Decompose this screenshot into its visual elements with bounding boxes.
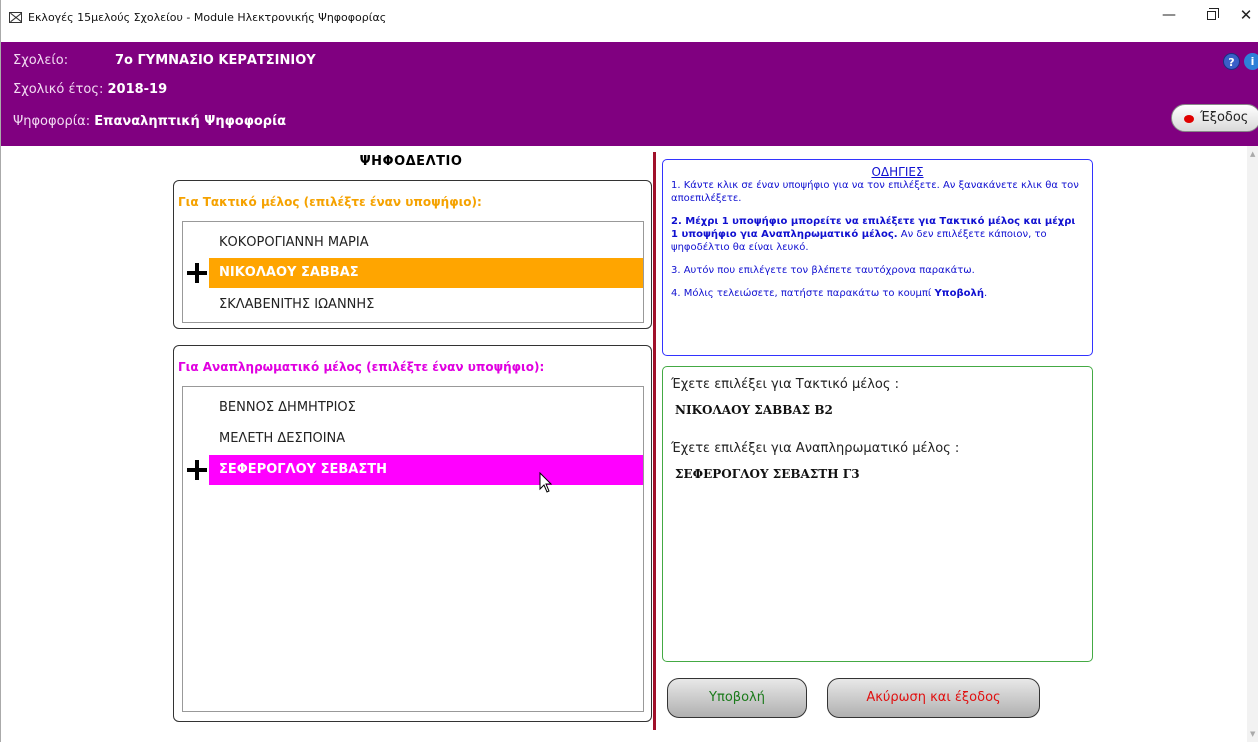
substitute-selection-label: Έχετε επιλέξει για Αναπληρωματικό μέλος … <box>671 441 960 456</box>
school-value: 7ο ΓΥΜΝΑΣΙΟ ΚΕΡΑΤΣΙΝΙΟΥ <box>115 53 316 68</box>
vertical-scrollbar[interactable]: ▲ ▼ <box>1247 146 1258 742</box>
school-header: Σχολείο: 7ο ΓΥΜΝΑΣΙΟ ΚΕΡΑΤΣΙΝΙΟΥ Σχολικό… <box>1 42 1258 146</box>
school-label: Σχολείο: <box>13 53 69 68</box>
regular-member-heading: Για Τακτικό μέλος (επιλέξτε έναν υποψήφι… <box>178 195 482 209</box>
restore-button[interactable] <box>1197 4 1225 28</box>
title-bar: Εκλογές 15μελούς Σχολείου - Module Ηλεκτ… <box>1 0 1258 42</box>
instructions-panel: ΟΔΗΓΙΕΣ 1. Κάντε κλικ σε έναν υποψήφιο γ… <box>662 159 1093 356</box>
regular-candidates-list: ΚΟΚΟΡΟΓΙΑΝΝΗ ΜΑΡΙΑ ΝΙΚΟΛΑΟΥ ΣΑΒΒΑΣ ΣΚΛΑΒ… <box>182 221 644 323</box>
instruction-4-post: . <box>983 288 988 299</box>
info-icon[interactable]: i <box>1244 53 1258 70</box>
app-envelope-icon <box>9 12 22 23</box>
candidate-item[interactable]: ΒΕΝΝΟΣ ΔΗΜΗΤΡΙΟΣ <box>209 393 643 423</box>
restore-icon <box>1206 8 1219 20</box>
regular-member-group: Για Τακτικό μέλος (επιλέξτε έναν υποψήφι… <box>173 180 652 329</box>
substitute-selection-value: ΣΕΦΕΡΟΓΛΟΥ ΣΕΒΑΣΤΗ Γ3 <box>675 467 860 481</box>
app-window: Εκλογές 15μελούς Σχολείου - Module Ηλεκτ… <box>0 0 1258 742</box>
close-icon: ✕ <box>1239 6 1253 24</box>
candidate-item-selected[interactable]: ΣΕΦΕΡΟΓΛΟΥ ΣΕΒΑΣΤΗ <box>209 455 643 485</box>
scroll-down-icon[interactable]: ▼ <box>1250 730 1255 738</box>
close-button[interactable]: ✕ <box>1232 4 1258 28</box>
exit-button[interactable]: Έξοδος <box>1171 104 1258 132</box>
help-icon[interactable]: ? <box>1223 53 1240 70</box>
year-value: 2018-19 <box>107 82 168 97</box>
candidate-item[interactable]: ΜΕΛΕΤΗ ΔΕΣΠΟΙΝΑ <box>209 424 643 454</box>
instruction-4-bold: Υποβολή <box>934 288 984 299</box>
substitute-member-group: Για Αναπληρωματικό μέλος (επιλέξτε έναν … <box>173 345 652 722</box>
submit-button[interactable]: Υποβολή <box>667 678 807 718</box>
substitute-candidates-list: ΒΕΝΝΟΣ ΔΗΜΗΤΡΙΟΣ ΜΕΛΕΤΗ ΔΕΣΠΟΙΝΑ ΣΕΦΕΡΟΓ… <box>182 386 644 712</box>
vertical-divider <box>653 152 656 730</box>
minimize-button[interactable]: — <box>1155 4 1183 28</box>
plus-icon <box>187 263 207 283</box>
plus-icon <box>187 460 207 480</box>
regular-selection-value: ΝΙΚΟΛΑΟΥ ΣΑΒΒΑΣ Β2 <box>675 403 833 417</box>
mouse-cursor-icon <box>539 472 553 493</box>
substitute-member-heading: Για Αναπληρωματικό μέλος (επιλέξτε έναν … <box>178 360 545 374</box>
instruction-4-pre: 4. Μόλις τελειώσετε, πατήστε παρακάτω το… <box>671 288 935 299</box>
exit-label: Έξοδος <box>1200 110 1249 125</box>
school-row: Σχολείο: 7ο ΓΥΜΝΑΣΙΟ ΚΕΡΑΤΣΙΝΙΟΥ <box>13 53 316 68</box>
minimize-icon: — <box>1162 7 1176 23</box>
vote-row: Ψηφοφορία: Επαναληπτική Ψηφοφορία <box>13 114 286 129</box>
instruction-1: 1. Κάντε κλικ σε έναν υποψήφιο για να το… <box>671 180 1079 204</box>
instruction-2: 2. Μέχρι 1 υποψήφιο μπορείτε να επιλέξετ… <box>671 215 1084 254</box>
vote-label: Ψηφοφορία: <box>13 114 91 129</box>
red-dot-icon <box>1184 115 1194 123</box>
selection-summary: Έχετε επιλέξει για Τακτικό μέλος : ΝΙΚΟΛ… <box>662 366 1093 662</box>
ballot-title: ΨΗΦΟΔΕΛΤΙΟ <box>359 154 463 169</box>
cancel-and-exit-button[interactable]: Ακύρωση και έξοδος <box>827 678 1040 718</box>
window-title: Εκλογές 15μελούς Σχολείου - Module Ηλεκτ… <box>28 11 387 24</box>
year-row: Σχολικό έτος: 2018-19 <box>13 82 167 97</box>
instructions-title: ΟΔΗΓΙΕΣ <box>871 165 924 179</box>
year-label: Σχολικό έτος: <box>13 82 104 97</box>
vote-value: Επαναληπτική Ψηφοφορία <box>94 114 287 129</box>
regular-selection-label: Έχετε επιλέξει για Τακτικό μέλος : <box>671 377 900 392</box>
candidate-item[interactable]: ΣΚΛΑΒΕΝΙΤΗΣ ΙΩΑΝΝΗΣ <box>209 290 643 320</box>
candidate-item-selected[interactable]: ΝΙΚΟΛΑΟΥ ΣΑΒΒΑΣ <box>209 258 643 288</box>
scroll-up-icon[interactable]: ▲ <box>1250 150 1255 158</box>
candidate-item[interactable]: ΚΟΚΟΡΟΓΙΑΝΝΗ ΜΑΡΙΑ <box>209 228 643 258</box>
instruction-3: 3. Αυτόν που επιλέγετε τον βλέπετε ταυτό… <box>671 265 975 276</box>
instruction-4: 4. Μόλις τελειώσετε, πατήστε παρακάτω το… <box>671 287 1084 300</box>
